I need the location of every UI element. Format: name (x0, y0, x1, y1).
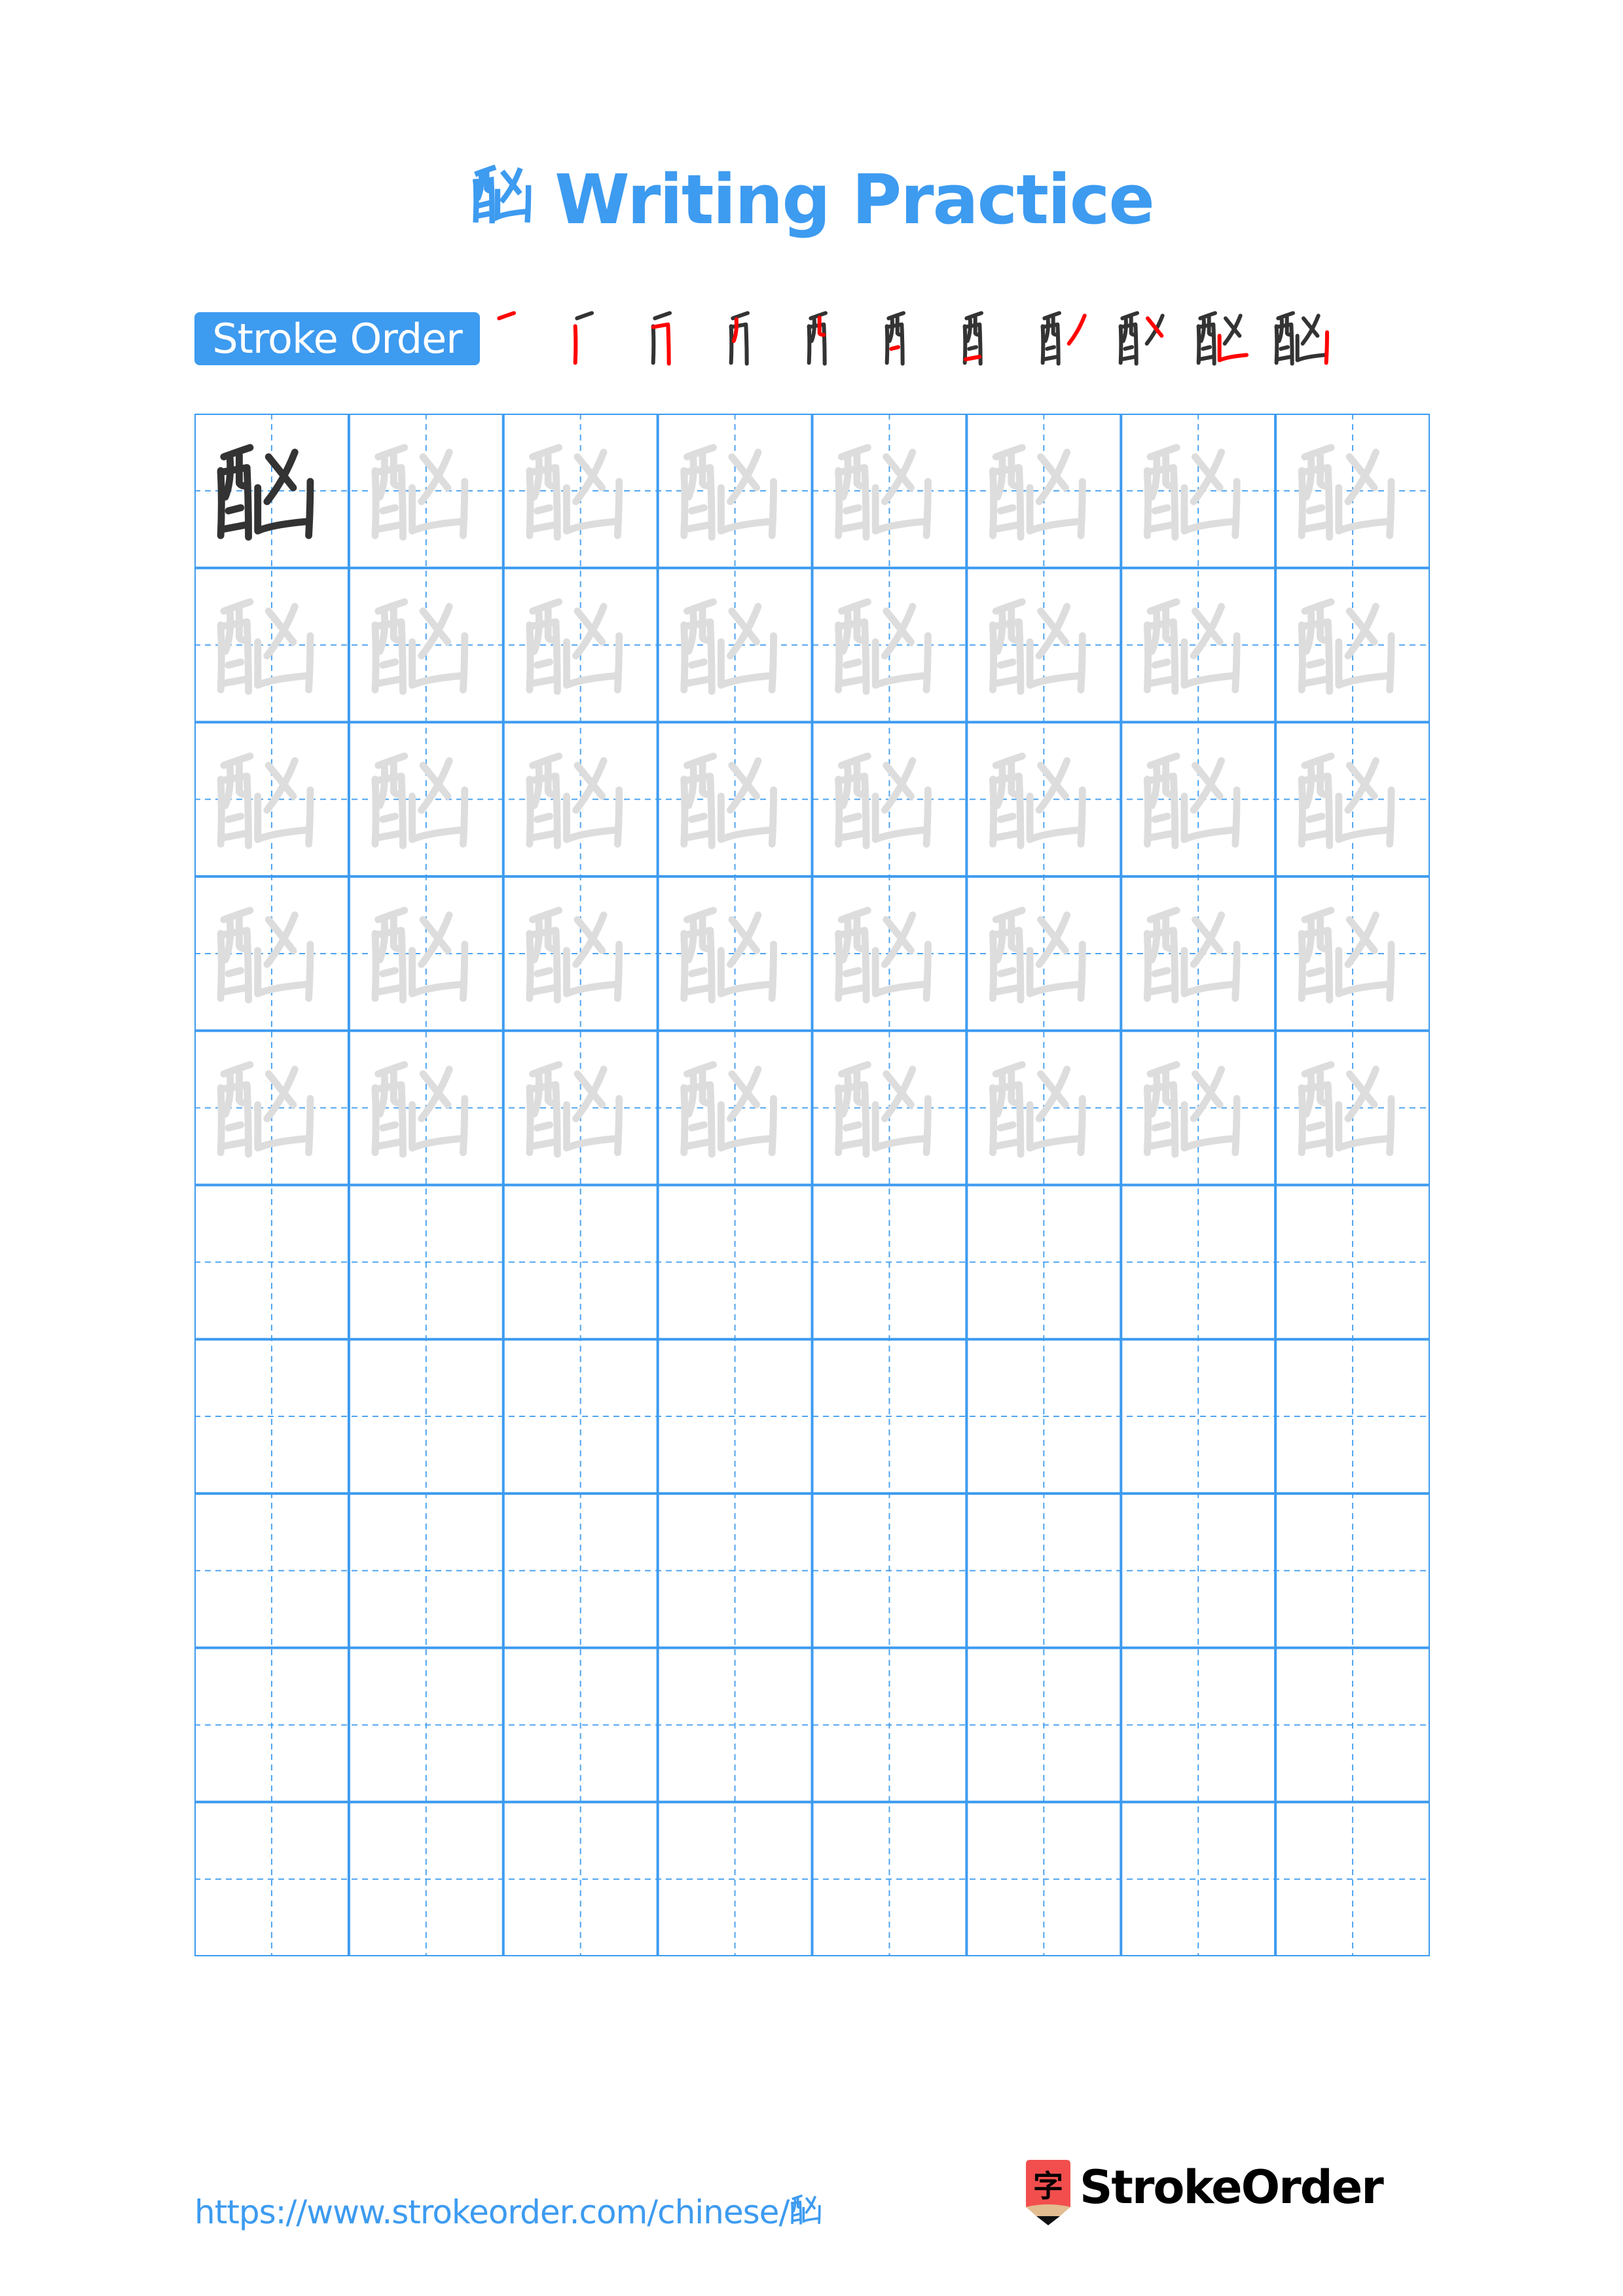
footer-url-text: https://www.strokeorder.com/chinese/ (194, 2193, 790, 2231)
model-character (221, 448, 310, 537)
trace-character (839, 910, 928, 1000)
trace-character (993, 602, 1082, 692)
previous-stroke (1121, 326, 1122, 363)
trace-character (839, 756, 928, 846)
previous-stroke (1201, 319, 1204, 341)
trace-character (1147, 1065, 1237, 1155)
trace-character (221, 602, 310, 692)
previous-stroke (1125, 347, 1132, 349)
footer-url-link[interactable]: https://www.strokeorder.com/chinese/ (194, 2183, 824, 2242)
stroke-step-1 (493, 310, 556, 372)
previous-stroke (812, 319, 814, 341)
previous-stroke (1044, 357, 1057, 359)
previous-stroke (655, 313, 670, 318)
trace-character (839, 602, 928, 692)
trace-character (375, 756, 465, 846)
previous-stroke (1298, 336, 1324, 360)
logo-glyph: 字 (1033, 2168, 1063, 2204)
previous-stroke (965, 326, 966, 363)
trace-character (1302, 448, 1391, 537)
stroke-step-8 (1038, 310, 1101, 372)
trace-character (1147, 910, 1237, 1000)
previous-stroke (887, 326, 888, 363)
current-stroke (499, 313, 514, 318)
current-stroke (575, 326, 576, 363)
stroke-order-badge: Stroke Order (194, 312, 480, 365)
trace-character (221, 756, 310, 846)
previous-stroke (1203, 347, 1210, 349)
strokeorder-logo[interactable]: 字 StrokeOrder (1026, 2160, 1384, 2225)
current-stroke (734, 319, 737, 341)
current-stroke (966, 357, 979, 359)
trace-character (684, 448, 774, 537)
current-stroke (1069, 315, 1085, 344)
footer-url-character-glyph (789, 2191, 824, 2230)
trace-character (530, 756, 619, 846)
trace-character (375, 910, 465, 1000)
previous-stroke (1043, 326, 1044, 363)
stroke-step-10 (1194, 310, 1257, 372)
trace-character (1302, 1065, 1391, 1155)
page-title: Writing Practice (0, 151, 1623, 249)
trace-character (1302, 602, 1391, 692)
previous-stroke (577, 313, 592, 318)
stroke-step-3 (649, 310, 712, 372)
brand-name: StrokeOrder (1080, 2161, 1384, 2214)
trace-character (530, 910, 619, 1000)
previous-stroke (1281, 347, 1288, 349)
trace-character (684, 602, 774, 692)
trace-character (1147, 448, 1237, 537)
trace-character (839, 448, 928, 537)
current-stroke (1220, 336, 1247, 360)
trace-character (530, 448, 619, 537)
stroke-step-6 (883, 310, 945, 372)
previous-stroke (731, 326, 732, 363)
trace-character (1302, 756, 1391, 846)
previous-stroke (1122, 357, 1135, 359)
trace-character (530, 602, 619, 692)
current-stroke (1326, 332, 1327, 363)
trace-character (993, 756, 1082, 846)
previous-stroke (1047, 347, 1054, 349)
trace-character (684, 1065, 774, 1155)
trace-character (1147, 756, 1237, 846)
trace-character (1302, 910, 1391, 1000)
trace-character (375, 1065, 465, 1155)
stroke-step-2 (571, 310, 634, 372)
stroke-step-4 (727, 310, 790, 372)
previous-stroke (809, 326, 810, 363)
current-stroke (891, 347, 898, 349)
title-character-glyph (469, 156, 538, 235)
previous-stroke (733, 313, 748, 318)
practice-grid-canvas[interactable] (194, 414, 1430, 1956)
stroke-step-9 (1116, 310, 1179, 372)
trace-character (1147, 602, 1237, 692)
trace-character (375, 602, 465, 692)
trace-character (993, 448, 1082, 537)
previous-stroke (1123, 319, 1126, 341)
trace-character (530, 1065, 619, 1155)
stroke-step-7 (960, 310, 1023, 372)
stroke-step-11 (1272, 310, 1335, 372)
title-text: Writing Practice (555, 159, 1155, 240)
previous-stroke (1199, 357, 1213, 359)
pencil-logo-icon: 字 (1026, 2160, 1070, 2225)
previous-stroke (653, 326, 654, 363)
trace-character (993, 910, 1082, 1000)
trace-character (375, 448, 465, 537)
previous-stroke (968, 319, 970, 341)
practice-grid (194, 414, 1430, 1956)
trace-character (684, 910, 774, 1000)
trace-character (993, 1065, 1082, 1155)
trace-character (839, 1065, 928, 1155)
trace-character (684, 756, 774, 846)
trace-character (221, 910, 310, 1000)
previous-stroke (890, 319, 892, 341)
previous-stroke (1279, 319, 1282, 341)
trace-character (221, 1065, 310, 1155)
stroke-step-5 (805, 310, 867, 372)
previous-stroke (969, 347, 976, 349)
previous-stroke (1277, 357, 1291, 359)
previous-stroke (1046, 319, 1048, 341)
